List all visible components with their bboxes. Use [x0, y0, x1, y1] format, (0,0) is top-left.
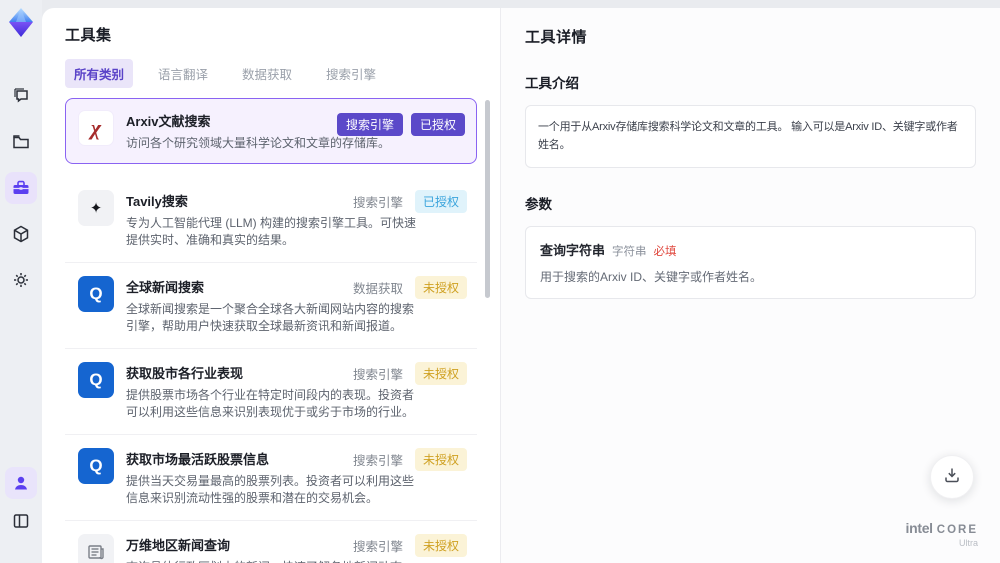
nav-layout-toggle-button[interactable] — [5, 505, 37, 537]
status-badge: 未授权 — [414, 362, 467, 385]
nav-toolbox-button[interactable] — [5, 172, 37, 204]
tab-data-acquisition[interactable]: 数据获取 — [233, 59, 301, 88]
param-type: 字符串 — [612, 246, 647, 259]
global-news-icon: Q — [78, 276, 114, 312]
param-header: 查询字符串 字符串 必填 — [540, 240, 961, 259]
left-rail — [0, 0, 42, 563]
folder-icon — [11, 132, 31, 152]
tools-panel: 工具集 所有类别 语言翻译 数据获取 搜索引擎 χ Arxiv文献搜索 访问各个… — [42, 8, 500, 563]
param-name: 查询字符串 — [540, 243, 606, 259]
gear-icon — [11, 270, 31, 290]
param-description: 用于搜索的Arxiv ID、关键字或作者姓名。 — [540, 270, 763, 285]
brand-ultra: Ultra — [958, 538, 978, 549]
status-badge: 未授权 — [414, 534, 467, 557]
brand-intel: intel — [905, 519, 933, 536]
tool-tags: 搜索引擎 未授权 — [353, 362, 467, 385]
intro-heading: 工具介绍 — [525, 76, 579, 91]
param-required-label: 必填 — [653, 246, 677, 259]
toolbox-icon — [11, 178, 31, 198]
active-stocks-icon: Q — [78, 448, 114, 484]
tool-description: 查询具体行政区划内的新闻，快速了解各地新闻动态 — [126, 559, 418, 563]
nav-user-button[interactable] — [5, 467, 37, 499]
news-glyph: Q — [89, 456, 103, 475]
news-glyph: Q — [89, 370, 103, 389]
app-root: 工具集 所有类别 语言翻译 数据获取 搜索引擎 χ Arxiv文献搜索 访问各个… — [0, 0, 1000, 563]
tool-card-sector-performance[interactable]: Q 获取股市各行业表现 提供股票市场各个行业在特定时间段内的表现。投资者可以利用… — [65, 349, 477, 435]
category-badge: 搜索引擎 — [336, 113, 403, 136]
user-icon — [12, 474, 30, 492]
tool-card-global-news[interactable]: Q 全球新闻搜索 全球新闻搜索是一个聚合全球各大新闻网站内容的搜索引擎，帮助用户… — [65, 263, 477, 349]
news-glyph: Q — [89, 284, 103, 303]
status-badge: 未授权 — [414, 448, 467, 471]
download-button[interactable] — [930, 455, 974, 499]
tool-description: 全球新闻搜索是一个聚合全球各大新闻网站内容的搜索引擎，帮助用户快速获取全球最新资… — [126, 302, 415, 333]
newspaper-icon — [78, 534, 114, 563]
tab-language-translation[interactable]: 语言翻译 — [149, 59, 217, 88]
tavily-icon: ✦ — [78, 190, 114, 226]
package-icon — [11, 224, 31, 244]
tool-description: 访问各个研究领域大量科学论文和文章的存储库。 — [126, 136, 391, 150]
nav-settings-button[interactable] — [5, 264, 37, 296]
status-badge: 已授权 — [410, 113, 465, 136]
tool-tags: 搜索引擎 未授权 — [353, 448, 467, 471]
status-badge: 已授权 — [414, 190, 467, 213]
scrollbar-thumb[interactable] — [485, 100, 490, 298]
tool-tags: 搜索引擎 已授权 — [353, 190, 467, 213]
category-label: 搜索引擎 — [352, 454, 403, 468]
intel-core-logo: intel CORE Ultra — [905, 520, 978, 549]
nav-chat-button[interactable] — [5, 80, 37, 112]
category-label: 搜索引擎 — [352, 368, 403, 382]
tool-list: χ Arxiv文献搜索 访问各个研究领域大量科学论文和文章的存储库。 搜索引擎 … — [65, 98, 490, 563]
tavily-glyph: ✦ — [89, 200, 103, 217]
app-logo[interactable] — [4, 6, 38, 40]
category-label: 搜索引擎 — [352, 196, 403, 210]
content-panels: 工具集 所有类别 语言翻译 数据获取 搜索引擎 χ Arxiv文献搜索 访问各个… — [42, 8, 1000, 563]
tool-card-regional-news[interactable]: 万维地区新闻查询 查询具体行政区划内的新闻，快速了解各地新闻动态 搜索引擎 未授… — [65, 521, 477, 563]
tool-tags: 搜索引擎 未授权 — [353, 534, 467, 557]
nav-package-button[interactable] — [5, 218, 37, 250]
tab-all-categories[interactable]: 所有类别 — [65, 59, 134, 88]
tool-tags: 数据获取 未授权 — [353, 276, 467, 299]
tool-description: 提供股票市场各个行业在特定时间段内的表现。投资者可以利用这些信息来识别表现优于或… — [126, 388, 415, 419]
tool-card-tavily[interactable]: ✦ Tavily搜索 专为人工智能代理 (LLM) 构建的搜索引擎工具。可快速提… — [65, 177, 477, 263]
intro-box: 一个用于从Arxiv存储库搜索科学论文和文章的工具。 输入可以是Arxiv ID… — [525, 105, 976, 169]
nav-folder-button[interactable] — [5, 126, 37, 158]
brand-core: CORE — [936, 523, 978, 536]
tool-details-panel: 工具详情 工具介绍 一个用于从Arxiv存储库搜索科学论文和文章的工具。 输入可… — [500, 8, 1000, 563]
details-title: 工具详情 — [525, 29, 588, 46]
tool-card-active-stocks[interactable]: Q 获取市场最活跃股票信息 提供当天交易量最高的股票列表。投资者可以利用这些信息… — [65, 435, 477, 521]
tools-panel-title: 工具集 — [65, 27, 112, 44]
chat-icon — [11, 86, 31, 106]
layout-toggle-icon — [12, 512, 30, 530]
category-label: 数据获取 — [352, 282, 403, 296]
params-heading: 参数 — [525, 197, 552, 213]
arxiv-icon: χ — [78, 110, 114, 146]
tool-tags: 搜索引擎 已授权 — [336, 113, 465, 136]
tool-description: 专为人工智能代理 (LLM) 构建的搜索引擎工具。可快速提供实时、准确和真实的结… — [126, 216, 417, 247]
tool-description: 提供当天交易量最高的股票列表。投资者可以利用这些信息来识别流动性强的股票和潜在的… — [126, 474, 415, 505]
category-label: 搜索引擎 — [352, 540, 403, 554]
tool-card-arxiv-selected[interactable]: χ Arxiv文献搜索 访问各个研究领域大量科学论文和文章的存储库。 搜索引擎 … — [65, 98, 477, 164]
tab-search-engine[interactable]: 搜索引擎 — [317, 59, 385, 88]
download-icon — [943, 466, 961, 489]
status-badge: 未授权 — [414, 276, 467, 299]
category-tabs: 所有类别 语言翻译 数据获取 搜索引擎 — [65, 59, 500, 88]
stock-sector-icon: Q — [78, 362, 114, 398]
param-box: 查询字符串 字符串 必填 用于搜索的Arxiv ID、关键字或作者姓名。 — [525, 226, 976, 300]
arxiv-glyph: χ — [90, 115, 102, 140]
